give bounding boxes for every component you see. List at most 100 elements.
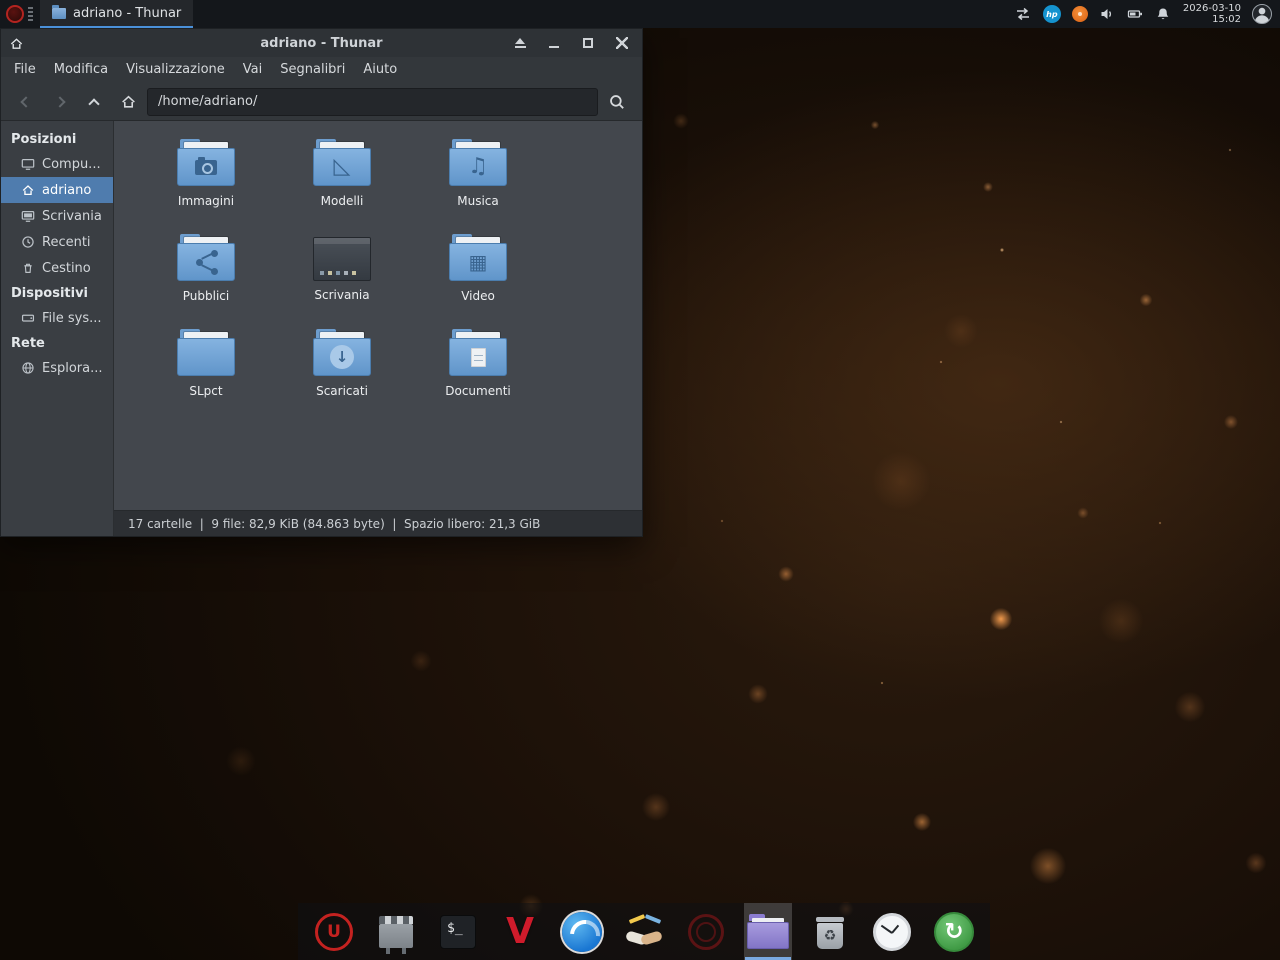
folder-images-icon — [177, 139, 235, 187]
dock: $_ V ♻ — [298, 903, 990, 960]
dock-video-editor[interactable] — [372, 903, 420, 960]
desktop: adriano - Thunar hp — [0, 0, 1280, 960]
sidebar-label: Esplora... — [42, 361, 103, 376]
taskbar-window-button[interactable]: adriano - Thunar — [40, 0, 193, 28]
recent-icon — [21, 235, 35, 249]
sidebar-item-filesystem[interactable]: File sys... — [1, 305, 113, 331]
sidebar-header-dispositivi: Dispositivi — [1, 281, 113, 305]
panel-clock[interactable]: 2026-03-10 15:02 — [1183, 3, 1241, 26]
status-text: 17 cartelle | 9 file: 82,9 KiB (84.863 b… — [128, 517, 540, 531]
dock-distro-emblem[interactable] — [682, 903, 730, 960]
file-musica[interactable]: Musica — [410, 135, 546, 230]
filesystem-icon — [21, 311, 35, 325]
forward-button[interactable] — [45, 88, 75, 116]
window-body: Posizioni Compu... adriano — [1, 121, 642, 536]
sidebar-label: Recenti — [42, 235, 91, 250]
folder-templates-icon — [313, 139, 371, 187]
distro-menu-icon[interactable] — [6, 5, 24, 23]
file-scaricati[interactable]: Scaricati — [274, 325, 410, 420]
file-pubblici[interactable]: Pubblici — [138, 230, 274, 325]
maximize-button[interactable] — [576, 32, 600, 54]
panel-grip-handle[interactable] — [28, 7, 33, 21]
trash-icon — [21, 261, 35, 275]
sidebar-label: Scrivania — [42, 209, 102, 224]
shade-button[interactable] — [508, 32, 532, 54]
minimize-button[interactable] — [542, 32, 566, 54]
file-slpct[interactable]: SLpct — [138, 325, 274, 420]
file-modelli[interactable]: Modelli — [274, 135, 410, 230]
path-input[interactable] — [147, 88, 598, 116]
hp-icon[interactable]: hp — [1043, 5, 1061, 23]
dock-trash[interactable]: ♻ — [806, 903, 854, 960]
folder-downloads-icon — [313, 329, 371, 377]
top-panel: adriano - Thunar hp — [0, 0, 1280, 28]
folder-documents-icon — [449, 329, 507, 377]
sidebar-item-computer[interactable]: Compu... — [1, 151, 113, 177]
file-scrivania[interactable]: Scrivania — [274, 230, 410, 325]
file-manager-icon — [747, 914, 789, 949]
distro-emblem-icon — [688, 914, 724, 950]
home-icon — [21, 183, 35, 197]
sidebar-item-esplora-rete[interactable]: Esplora... — [1, 355, 113, 381]
panel-left: adriano - Thunar — [0, 0, 193, 28]
file-video[interactable]: Video — [410, 230, 546, 325]
dock-collaboration[interactable] — [620, 903, 668, 960]
menu-segnalibri[interactable]: Segnalibri — [271, 57, 354, 83]
dock-logout[interactable] — [930, 903, 978, 960]
thunar-window: adriano - Thunar File Modifica Visualizz… — [0, 28, 643, 537]
menu-aiuto[interactable]: Aiuto — [354, 57, 406, 83]
titlebar[interactable]: adriano - Thunar — [1, 29, 642, 57]
file-documenti[interactable]: Documenti — [410, 325, 546, 420]
desktop-preview-icon — [313, 237, 371, 281]
menu-file[interactable]: File — [5, 57, 45, 83]
window-controls — [508, 32, 642, 54]
user-avatar-icon[interactable] — [1252, 4, 1272, 24]
volume-icon[interactable] — [1099, 6, 1116, 23]
file-immagini[interactable]: Immagini — [138, 135, 274, 230]
panel-time: 15:02 — [1183, 14, 1241, 26]
system-tray: hp 20 — [1015, 0, 1280, 28]
search-icon[interactable] — [602, 88, 632, 116]
sidebar-item-cestino[interactable]: Cestino — [1, 255, 113, 281]
up-button[interactable] — [79, 88, 109, 116]
bell-icon[interactable] — [1155, 6, 1172, 23]
thunar-task-icon — [52, 8, 66, 19]
dock-file-manager[interactable] — [744, 903, 792, 960]
terminal-icon: $_ — [440, 915, 476, 949]
menu-vai[interactable]: Vai — [234, 57, 271, 83]
toolbar — [1, 83, 642, 121]
sidebar-label: adriano — [42, 183, 91, 198]
video-editor-icon — [379, 924, 413, 948]
home-button[interactable] — [113, 88, 143, 116]
sidebar: Posizioni Compu... adriano — [1, 121, 114, 536]
battery-icon[interactable] — [1127, 6, 1144, 23]
web-browser-icon — [562, 912, 602, 952]
dock-terminal[interactable]: $_ — [434, 903, 482, 960]
desktop-icon — [21, 209, 35, 223]
folder-music-icon — [449, 139, 507, 187]
sidebar-item-recenti[interactable]: Recenti — [1, 229, 113, 255]
software-orange-icon[interactable] — [1072, 6, 1088, 22]
transfer-arrows-icon[interactable] — [1015, 6, 1032, 23]
logout-icon — [934, 912, 974, 952]
sidebar-item-adriano[interactable]: adriano — [1, 177, 113, 203]
distro-logo-icon — [315, 913, 353, 951]
back-button[interactable] — [11, 88, 41, 116]
red-v-app-icon: V — [506, 914, 534, 950]
panel-date: 2026-03-10 — [1183, 3, 1241, 15]
dock-clock[interactable] — [868, 903, 916, 960]
dock-red-v-app[interactable]: V — [496, 903, 544, 960]
dock-web-browser[interactable] — [558, 903, 606, 960]
network-icon — [21, 361, 35, 375]
sidebar-label: File sys... — [42, 311, 102, 326]
file-grid: Immagini Modelli M — [114, 121, 642, 510]
dock-distro-logo[interactable] — [310, 903, 358, 960]
sidebar-header-rete: Rete — [1, 331, 113, 355]
close-button[interactable] — [610, 32, 634, 54]
menu-visualizzazione[interactable]: Visualizzazione — [117, 57, 234, 83]
menu-modifica[interactable]: Modifica — [45, 57, 117, 83]
sidebar-item-scrivania[interactable]: Scrivania — [1, 203, 113, 229]
collaboration-icon — [623, 911, 665, 953]
folder-public-icon — [177, 234, 235, 282]
trash-dock-icon: ♻ — [815, 915, 845, 949]
